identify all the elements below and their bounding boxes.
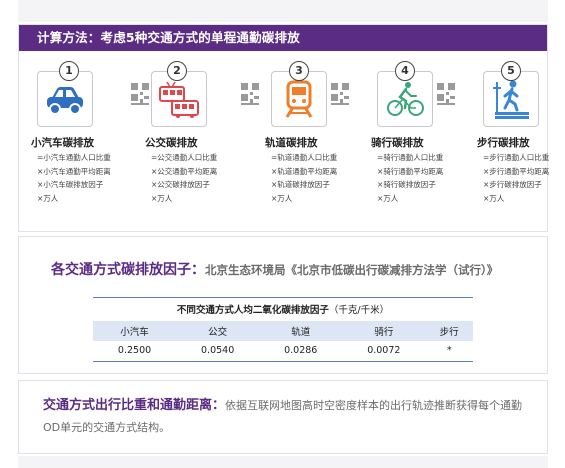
qr-code-cell [254,96,259,99]
qr-code-cell [241,83,248,90]
mode-share-description: 交通方式出行比重和通勤距离：依据互联网地图高时空密度样本的出行轨迹推断获得每个通… [43,395,533,439]
table-header-cell: 公交 [176,321,260,341]
formula-line: =轨道通勤人口比重 [271,153,338,162]
emission-factor-heading: 各交通方式碳排放因子：北京生态环境局《北京市低碳出行碳减排方法学（试行）》 [51,259,498,279]
mode-formula: =步行通勤人口比重 ×步行通勤平均距离 ×步行碳排放因子 ×万人 [483,151,549,205]
table-row: 0.2500 0.0540 0.0286 0.0072 * [93,341,473,362]
top-background-strip [18,0,548,22]
mode-share-panel: 交通方式出行比重和通勤距离：依据互联网地图高时空密度样本的出行轨迹推断获得每个通… [18,380,548,454]
qr-code-cell [437,94,444,101]
formula-line: ×公交通勤平均距离 [151,166,218,176]
qr-code-icon [331,83,349,105]
formula-line: ×轨道通勤平均距离 [271,166,338,176]
formula-line: ×小汽车通勤平均距离 [37,166,111,176]
table-cell: * [425,341,473,362]
qr-code-icon [241,83,259,105]
qr-code-cell [131,83,138,90]
emission-factor-table: 不同交通方式人均二氧化碳排放因子（千克/千米） 小汽车 公交 轨道 骑行 步行 … [93,297,473,362]
mode-title: 小汽车碳排放 [31,137,94,149]
table-cell: 0.2500 [93,341,177,362]
qr-code-cell [344,96,349,99]
formula-line: =骑行通勤人口比重 [377,153,444,162]
qr-code-cell [437,103,455,105]
mode-number-badge: 3 [289,61,309,81]
formula-line: ×骑行通勤平均距离 [377,166,444,176]
mode-number-badge: 4 [395,61,415,81]
emission-factor-title: 各交通方式碳排放因子： [51,262,205,278]
formula-line: ×骑行碳排放因子 [377,180,436,189]
formula-line: ×万人 [271,193,293,203]
table-cell: 0.0286 [259,341,343,362]
qr-code-cell [437,83,444,90]
table-header-cell: 轨道 [259,321,343,341]
table-caption: 不同交通方式人均二氧化碳排放因子（千克/千米） [93,297,473,321]
formula-line: ×万人 [37,193,59,203]
formula-line: ×小汽车碳排放因子 [37,180,104,189]
formula-line: =步行通勤人口比重 [483,153,550,162]
formula-line: ×步行碳排放因子 [483,180,542,189]
table-cell: 0.0072 [342,341,426,362]
qr-code-cell [450,96,455,99]
mode-formula: =轨道通勤人口比重 ×轨道通勤平均距离 ×轨道碳排放因子 ×万人 [271,151,337,205]
qr-code-cell [131,103,149,105]
bottom-background-strip [18,456,548,468]
formula-line: ×万人 [483,193,505,203]
mode-title: 骑行碳排放 [371,137,424,149]
qr-code-cell [241,103,259,105]
mode-title: 轨道碳排放 [265,137,318,149]
formula-line: ×轨道碳排放因子 [271,180,330,189]
qr-code-cell [331,83,338,90]
formula-line: ×万人 [151,193,173,203]
table-header-cell: 骑行 [342,321,426,341]
qr-code-cell [241,94,248,101]
emission-factor-source: 北京生态环境局《北京市低碳出行碳减排方法学（试行）》 [205,263,499,277]
qr-code-cell [250,92,253,95]
table-caption-unit: （千克/千米） [328,305,390,316]
qr-code-cell [446,92,449,95]
transport-modes-row: 1 小汽车碳排放 =小汽车通勤人口比重 ×小汽车通勤平均距离 ×小汽车碳排放因子… [19,51,549,231]
mode-number-badge: 5 [501,61,521,81]
table-header-cell: 小汽车 [93,321,177,341]
qr-code-cell [331,94,338,101]
calculation-method-panel: 计算方法：考虑5种交通方式的单程通勤碳排放 1 小汽车碳排放 =小汽车通勤人口比… [18,24,549,232]
mode-title: 公交碳排放 [145,137,198,149]
mode-number-badge: 1 [59,61,79,81]
qr-code-cell [144,96,149,99]
qr-code-cell [131,94,138,101]
table-header-cell: 步行 [425,321,473,341]
qr-code-cell [331,103,349,105]
mode-number-badge: 2 [167,61,187,81]
qr-code-cell [340,92,343,95]
mode-formula: =小汽车通勤人口比重 ×小汽车通勤平均距离 ×小汽车碳排放因子 ×万人 [37,151,111,205]
qr-code-cell [142,83,149,90]
qr-code-cell [448,83,455,90]
qr-code-icon [437,83,455,105]
calculation-method-header: 计算方法：考虑5种交通方式的单程通勤碳排放 [19,25,547,51]
emission-factor-panel: 各交通方式碳排放因子：北京生态环境局《北京市低碳出行碳减排方法学（试行）》 不同… [18,236,548,374]
mode-share-title: 交通方式出行比重和通勤距离： [43,398,226,413]
formula-line: ×步行通勤平均距离 [483,166,550,176]
mode-formula: =骑行通勤人口比重 ×骑行通勤平均距离 ×骑行碳排放因子 ×万人 [377,151,443,205]
qr-code-cell [342,83,349,90]
formula-line: ×万人 [377,193,399,203]
qr-code-icon [131,83,149,105]
formula-line: ×公交碳排放因子 [151,180,210,189]
table-caption-title: 不同交通方式人均二氧化碳排放因子 [176,305,329,316]
mode-formula: =公交通勤人口比重 ×公交通勤平均距离 ×公交碳排放因子 ×万人 [151,151,217,205]
qr-code-cell [252,83,259,90]
mode-title: 步行碳排放 [477,137,530,149]
table-cell: 0.0540 [176,341,260,362]
formula-line: =公交通勤人口比重 [151,153,218,162]
table-header-row: 小汽车 公交 轨道 骑行 步行 [93,321,473,341]
qr-code-cell [140,92,143,95]
formula-line: =小汽车通勤人口比重 [37,153,111,162]
